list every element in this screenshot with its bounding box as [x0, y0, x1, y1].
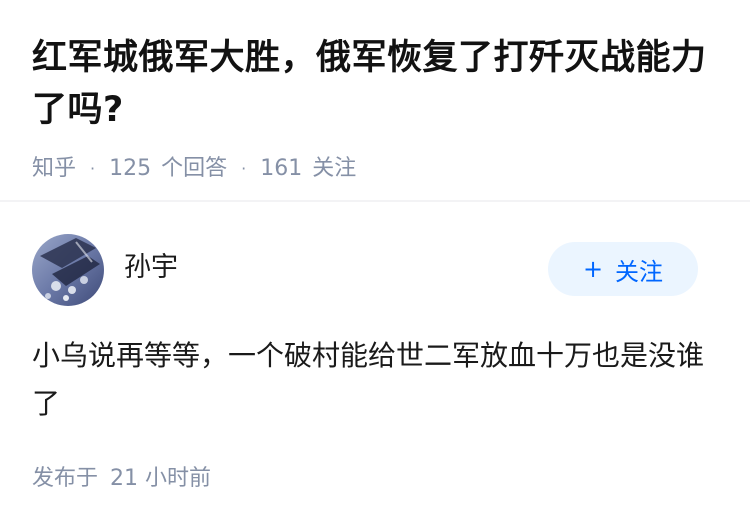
follow-button-label: 关注 [615, 257, 664, 286]
avatar[interactable] [32, 234, 104, 306]
answer-meta: 发布于 21 小时前 [32, 464, 211, 494]
published-time: 21 小时前 [110, 466, 212, 491]
answer-count-label: 个回答 [161, 156, 228, 181]
meta-separator: · [90, 159, 96, 178]
follower-count-label: 关注 [312, 156, 357, 181]
avatar-image [32, 234, 104, 306]
question-title[interactable]: 红军城俄军大胜，俄军恢复了打歼灭战能力了吗? [32, 32, 722, 136]
plus-icon: + [582, 255, 604, 283]
follow-button[interactable]: + 关注 [548, 242, 698, 296]
author-row: 孙宇 + 关注 [32, 234, 718, 306]
question-header: 红军城俄军大胜，俄军恢复了打歼灭战能力了吗? 知乎 · 125 个回答 · 16… [32, 32, 722, 184]
follower-count: 161 [260, 156, 303, 181]
published-label: 发布于 [32, 466, 99, 491]
answer-count: 125 [109, 156, 152, 181]
answer-content[interactable]: 小乌说再等等，一个破村能给世二军放血十万也是没谁了 [32, 332, 712, 428]
meta-separator: · [241, 159, 247, 178]
section-divider [0, 200, 750, 202]
question-meta: 知乎 · 125 个回答 · 161 关注 [32, 154, 722, 184]
source-label[interactable]: 知乎 [32, 154, 76, 184]
author-name[interactable]: 孙宇 [124, 250, 178, 286]
